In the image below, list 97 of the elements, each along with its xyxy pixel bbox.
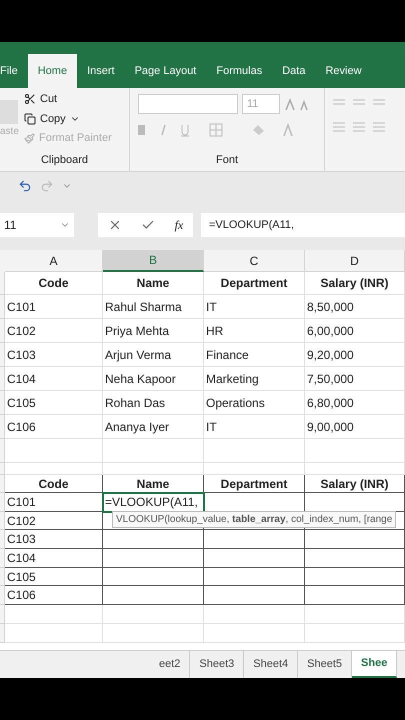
copy-button[interactable]: Copy <box>24 110 112 127</box>
undo-icon[interactable] <box>18 179 32 193</box>
sheet-tab[interactable]: Sheet4 <box>244 651 298 678</box>
empty-cell[interactable] <box>305 586 405 606</box>
table-cell-text: =VLOOKUP(A11, <box>105 494 198 511</box>
row-header[interactable] <box>0 367 5 391</box>
ribbon-tab[interactable]: Review <box>315 54 372 88</box>
group-label: Clipboard <box>40 152 90 168</box>
ribbon-tab[interactable]: Formulas <box>206 54 272 88</box>
table-cell-text: 6,00,000 <box>307 322 354 340</box>
row-header[interactable] <box>0 605 5 624</box>
font-name-field[interactable] <box>138 94 238 114</box>
brush-icon <box>24 132 35 144</box>
sheet-tab[interactable]: Shee <box>352 651 398 678</box>
row-header[interactable] <box>0 391 5 415</box>
sheet-tab[interactable]: Sheet3 <box>190 651 244 678</box>
empty-cell[interactable] <box>204 568 305 586</box>
table-cell-text: C105 <box>7 394 36 412</box>
table-cell-text: C103 <box>7 531 36 548</box>
table-cell-text: Rohan Das <box>105 394 166 412</box>
table-cell-text: Ananya Iyer <box>105 418 170 436</box>
table-cell-text: Neha Kapoor <box>105 370 176 388</box>
table-cell-text: 9,20,000 <box>307 346 354 364</box>
name-box[interactable]: 11 <box>0 213 74 237</box>
table-cell-text: C105 <box>7 568 36 586</box>
table-cell-text: Priya Mehta <box>105 322 170 340</box>
column-heading: Department <box>220 476 288 492</box>
column-header[interactable]: B <box>103 250 204 272</box>
row-header[interactable] <box>0 530 5 550</box>
column-header[interactable]: D <box>305 250 405 272</box>
empty-cell[interactable] <box>103 568 204 586</box>
table-cell-text: Operations <box>206 394 265 412</box>
table-cell-text: Marketing <box>206 370 259 388</box>
column-heading: Code <box>38 476 68 492</box>
row-header[interactable] <box>0 568 5 586</box>
ribbon-tab[interactable]: Insert <box>77 54 125 88</box>
column-heading: Name <box>136 275 170 292</box>
empty-cell[interactable] <box>305 568 405 586</box>
sheet-tab[interactable]: eet2 <box>150 651 190 678</box>
scissors-icon <box>24 93 36 106</box>
table-cell-text: Finance <box>206 346 249 364</box>
table-cell-text: 7,50,000 <box>307 370 354 388</box>
column-heading: Salary (INR) <box>320 275 389 292</box>
table-cell-text: IT <box>206 418 217 436</box>
row-header[interactable] <box>0 319 5 343</box>
empty-cell[interactable] <box>103 549 204 568</box>
row-header[interactable] <box>0 463 5 475</box>
row-header[interactable] <box>0 586 5 606</box>
redo-icon[interactable] <box>40 179 54 193</box>
ribbon-tab[interactable]: Data <box>272 54 316 88</box>
table-cell-text: Arjun Verma <box>105 346 172 364</box>
empty-cell[interactable] <box>103 586 204 606</box>
group-label: Font <box>214 152 239 168</box>
row-header[interactable] <box>0 272 5 295</box>
row-header[interactable] <box>0 415 5 439</box>
table-cell-text: C102 <box>7 512 36 530</box>
table-cell-text: 6,80,000 <box>307 394 354 412</box>
empty-cell[interactable] <box>204 586 305 606</box>
column-heading: Name <box>136 476 170 492</box>
row-header[interactable] <box>0 512 5 530</box>
table-cell-text: Rahul Sharma <box>105 298 182 316</box>
empty-cell[interactable] <box>204 530 305 550</box>
empty-cell[interactable] <box>305 530 405 550</box>
row-header[interactable] <box>0 439 5 463</box>
row-header[interactable] <box>0 343 5 367</box>
function-tooltip: VLOOKUP(lookup_value, table_array, col_index_num, [range <box>112 511 396 528</box>
row-header[interactable] <box>0 295 5 319</box>
empty-cell[interactable] <box>204 549 305 568</box>
row-header[interactable] <box>0 624 5 644</box>
table-cell-text: C104 <box>7 550 36 567</box>
table-cell-text: C103 <box>7 346 36 364</box>
table-cell-text: HR <box>206 322 224 340</box>
ribbon-tab[interactable]: Home <box>28 54 78 88</box>
table-cell-text: C106 <box>7 587 36 604</box>
table-cell-text: C101 <box>7 494 36 511</box>
table-cell-text: C102 <box>7 322 36 340</box>
column-heading: Code <box>38 275 68 292</box>
table-cell-text: C104 <box>7 370 36 388</box>
row-header[interactable] <box>0 493 5 512</box>
table-cell-text: IT <box>206 298 217 316</box>
table-cell-text: C106 <box>7 418 36 436</box>
table-cell-text: 9,00,000 <box>307 418 354 436</box>
row-header[interactable] <box>0 475 5 493</box>
formula-field[interactable]: =VLOOKUP(A11, <box>201 213 405 237</box>
empty-cell[interactable] <box>103 530 204 550</box>
ribbon-tab[interactable]: Page Layout <box>124 54 206 88</box>
column-heading: Department <box>220 275 288 292</box>
empty-cell[interactable] <box>305 549 405 568</box>
column-heading: Salary (INR) <box>320 476 389 492</box>
row-header[interactable] <box>0 549 5 568</box>
function-icon[interactable]: fx <box>174 216 184 234</box>
ribbon-tab[interactable]: File <box>0 54 28 88</box>
copy-icon <box>24 112 36 125</box>
table-cell-text: C101 <box>7 298 36 316</box>
cut-button[interactable]: Cut <box>24 91 112 108</box>
column-header[interactable]: C <box>204 250 305 272</box>
table-cell-text: 8,50,000 <box>307 298 354 316</box>
